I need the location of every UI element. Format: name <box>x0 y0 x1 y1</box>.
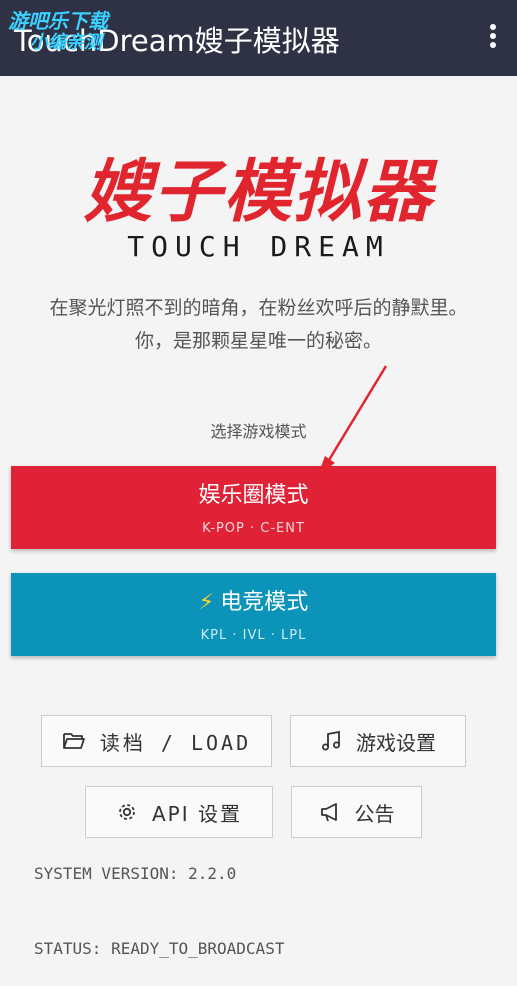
system-version: SYSTEM VERSION: 2.2.0 <box>34 864 237 883</box>
watermark-line-2: 小编亲测 <box>30 32 102 53</box>
music-note-icon <box>322 730 340 751</box>
watermark: 游吧乐下载 小编亲测 <box>8 10 108 54</box>
folder-open-icon <box>62 733 85 749</box>
game-settings-label: 游戏设置 <box>356 730 436 755</box>
entertainment-mode-label: 娱乐圈模式 <box>198 483 309 508</box>
notice-button[interactable]: 公告 <box>291 786 422 838</box>
more-vert-icon[interactable] <box>487 24 499 52</box>
esports-mode-label: 电竞模式 <box>220 590 309 615</box>
tagline-line-2: 你，是那颗星星唯一的秘密。 <box>134 330 382 352</box>
system-status: SYSTEM VERSION: 2.2.0 STATUS: READY_TO_B… <box>34 811 284 986</box>
esports-mode-button[interactable]: ⚡ 电竞模式 KPL · IVL · LPL <box>11 573 496 656</box>
game-logo: 嫂子模拟器 <box>83 153 434 232</box>
lightning-icon: ⚡ <box>198 590 215 615</box>
game-settings-button[interactable]: 游戏设置 <box>290 715 466 767</box>
app-bar: TouchDream嫂子模拟器 游吧乐下载 小编亲测 <box>0 0 517 76</box>
megaphone-icon <box>320 803 337 822</box>
notice-label: 公告 <box>354 801 395 826</box>
game-subtitle: TOUCH DREAM <box>127 230 390 263</box>
mode-prompt: 选择游戏模式 <box>210 422 307 441</box>
entertainment-mode-sub: K-POP · C-ENT <box>202 521 305 536</box>
load-button-label: 读档 / LOAD <box>99 730 252 755</box>
watermark-line-1: 游吧乐下载 <box>8 9 108 33</box>
esports-mode-sub: KPL · IVL · LPL <box>200 628 307 643</box>
tagline: 在聚光灯照不到的暗角，在粉丝欢呼后的静默里。 你，是那颗星星唯一的秘密。 <box>0 292 517 358</box>
load-button[interactable]: 读档 / LOAD <box>41 715 272 767</box>
tagline-line-1: 在聚光灯照不到的暗角，在粉丝欢呼后的静默里。 <box>49 297 468 319</box>
entertainment-mode-button[interactable]: 娱乐圈模式 K-POP · C-ENT <box>11 466 496 549</box>
status-line: STATUS: READY_TO_BROADCAST <box>34 939 285 958</box>
